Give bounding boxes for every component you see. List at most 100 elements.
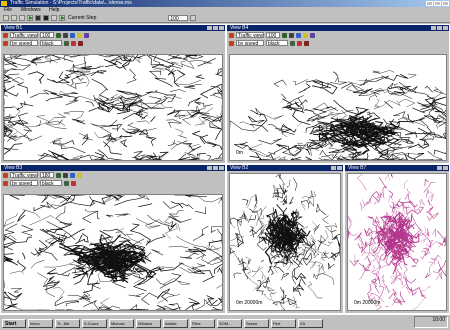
light-icon[interactable]: [77, 32, 82, 38]
road-segment: [119, 55, 139, 62]
car-icon[interactable]: [3, 32, 8, 38]
light-icon[interactable]: [77, 172, 82, 178]
map-canvas[interactable]: 0m: [229, 54, 447, 161]
close-button[interactable]: [442, 1, 449, 6]
color-select[interactable]: black: [40, 180, 62, 186]
view-mode-select[interactable]: Traffic view: [10, 172, 38, 178]
pencil-icon[interactable]: [297, 40, 302, 46]
filter-icon[interactable]: [84, 32, 89, 38]
pan-icon[interactable]: [64, 180, 69, 186]
color-by-select[interactable]: by speed: [10, 40, 38, 46]
pencil-icon[interactable]: [71, 180, 76, 186]
car-icon[interactable]: [3, 172, 8, 178]
frame-icon[interactable]: [51, 14, 57, 21]
road-segment: [150, 116, 156, 123]
road-segment: [178, 153, 191, 160]
filter-icon[interactable]: [310, 32, 315, 38]
map-canvas[interactable]: 0m 20000m: [347, 173, 447, 311]
close-button[interactable]: [443, 26, 448, 30]
pointer-icon[interactable]: [78, 40, 83, 46]
close-button[interactable]: [443, 166, 448, 170]
pointer-icon[interactable]: [304, 40, 309, 46]
view-window-b1: View B1 Traffic view 100 by speed black: [0, 24, 226, 164]
taskbar-item[interactable]: Cit: [298, 319, 323, 328]
maximize-button[interactable]: [437, 26, 442, 30]
car-icon[interactable]: [3, 40, 8, 46]
taskbar: Start Inbox Tr...Me S.Cours Microsc Wind…: [0, 314, 450, 330]
globe-icon[interactable]: [70, 32, 75, 38]
zoom-select[interactable]: 100: [266, 32, 280, 38]
road-segment: [290, 156, 302, 160]
pan-icon[interactable]: [290, 40, 295, 46]
zoom-select[interactable]: 180: [40, 172, 54, 178]
zoom-select[interactable]: 100: [40, 32, 54, 38]
view-mode-select[interactable]: Traffic view: [236, 32, 264, 38]
road-segment: [137, 195, 150, 201]
layer-icon[interactable]: [56, 172, 61, 178]
close-button[interactable]: [337, 166, 342, 170]
grid-icon[interactable]: [289, 32, 294, 38]
road-segment: [322, 229, 329, 247]
maximize-button[interactable]: [213, 26, 218, 30]
road-segment: [249, 225, 255, 233]
minimize-button[interactable]: [426, 1, 433, 6]
road-segment: [381, 73, 409, 81]
road-segment: [431, 228, 436, 237]
grid-icon[interactable]: [63, 32, 68, 38]
stop-button[interactable]: [35, 14, 41, 21]
road-segment: [44, 89, 63, 102]
map-canvas[interactable]: [3, 54, 223, 161]
taskbar-item[interactable]: Microsc: [109, 319, 134, 328]
taskbar-item[interactable]: Scene: [244, 319, 269, 328]
play-button[interactable]: [27, 14, 33, 21]
color-by-select[interactable]: by speed: [10, 180, 38, 186]
maximize-button[interactable]: [213, 166, 218, 170]
minimize-button[interactable]: [207, 166, 212, 170]
taskbar-item[interactable]: Window: [136, 319, 161, 328]
color-select[interactable]: black: [266, 40, 288, 46]
taskbar-item[interactable]: Adobe: [163, 319, 188, 328]
car-icon[interactable]: [3, 180, 8, 186]
save-icon[interactable]: [11, 14, 17, 21]
road-segment: [426, 228, 430, 237]
pencil-icon[interactable]: [71, 40, 76, 46]
globe-icon[interactable]: [70, 172, 75, 178]
minimize-button[interactable]: [207, 26, 212, 30]
step-input[interactable]: 100: [168, 14, 189, 22]
maximize-button[interactable]: [434, 1, 441, 6]
car-icon[interactable]: [229, 40, 234, 46]
color-by-select[interactable]: by speed: [236, 40, 264, 46]
taskbar-item[interactable]: SOM...: [217, 319, 242, 328]
car-icon[interactable]: [229, 32, 234, 38]
road-segment: [373, 99, 401, 110]
taskbar-item[interactable]: Inbox: [28, 319, 53, 328]
light-icon[interactable]: [303, 32, 308, 38]
taskbar-item[interactable]: Tr...Me: [55, 319, 80, 328]
up-arrow-icon[interactable]: [190, 14, 197, 21]
step-button[interactable]: [43, 14, 49, 21]
system-clock: 10:00: [414, 316, 448, 328]
reload-icon[interactable]: [19, 14, 25, 21]
map-canvas[interactable]: 0m 20000m: [229, 173, 341, 311]
view-mode-select[interactable]: Traffic view: [10, 32, 38, 38]
current-step-button[interactable]: [59, 14, 65, 21]
close-button[interactable]: [219, 166, 224, 170]
map-canvas[interactable]: [3, 194, 223, 311]
minimize-button[interactable]: [431, 26, 436, 30]
globe-icon[interactable]: [296, 32, 301, 38]
road-segment: [174, 69, 186, 83]
start-button[interactable]: Start: [2, 319, 26, 328]
taskbar-item[interactable]: Files: [190, 319, 215, 328]
layer-icon[interactable]: [282, 32, 287, 38]
taskbar-item[interactable]: S.Cours: [82, 319, 107, 328]
grid-icon[interactable]: [63, 172, 68, 178]
color-select[interactable]: black: [40, 40, 62, 46]
road-segment: [297, 122, 302, 127]
close-button[interactable]: [219, 26, 224, 30]
taskbar-item[interactable]: Perf: [271, 319, 296, 328]
open-icon[interactable]: [3, 14, 9, 21]
minimize-button[interactable]: [437, 166, 442, 170]
pan-icon[interactable]: [64, 40, 69, 46]
minimize-button[interactable]: [331, 166, 336, 170]
layer-icon[interactable]: [56, 32, 61, 38]
